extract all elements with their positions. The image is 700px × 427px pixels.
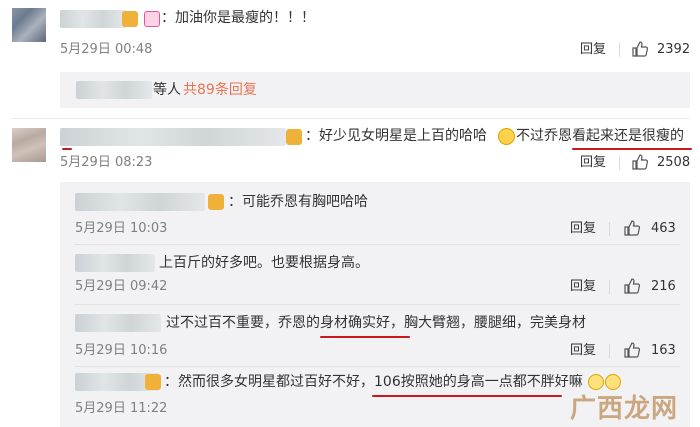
avatar[interactable] xyxy=(12,128,46,162)
highlight-underline xyxy=(372,395,562,397)
site-watermark: 广西龙网 xyxy=(570,394,679,424)
like-icon[interactable] xyxy=(624,278,640,294)
reply-text: 上百斤的好多吧。也要根据身高。 xyxy=(159,255,369,271)
like-count: 2392 xyxy=(657,42,691,57)
username-blurred[interactable] xyxy=(75,314,161,332)
avatar[interactable] xyxy=(12,8,46,42)
laugh-emoji-icon xyxy=(498,128,515,145)
like-icon[interactable] xyxy=(632,154,648,170)
divider xyxy=(619,156,620,170)
like-icon[interactable] xyxy=(632,41,648,57)
like-icon[interactable] xyxy=(624,342,640,358)
divider xyxy=(609,280,610,294)
comment-time: 5月29日 08:23 xyxy=(60,155,153,170)
highlight-underline xyxy=(320,336,410,338)
like-count: 463 xyxy=(651,221,676,236)
reply-time: 5月29日 11:22 xyxy=(75,401,168,416)
divider xyxy=(619,43,620,57)
summary-suffix: 等人 xyxy=(153,82,181,98)
username-blurred[interactable] xyxy=(76,81,152,99)
highlight-underline xyxy=(62,148,72,150)
badge-icon xyxy=(208,194,224,210)
comment-text: ：好少见女明星是上百的哈哈 xyxy=(305,128,487,144)
username-blurred[interactable] xyxy=(75,193,205,211)
username-blurred[interactable] xyxy=(75,254,155,272)
reply-button[interactable]: 回复 xyxy=(570,221,596,237)
like-count: 2508 xyxy=(657,155,691,170)
reply-text: 过不过百不重要，乔恩的身材确实好，胸大臂翘，腰腿细，完美身材 xyxy=(166,315,586,331)
heart-icon xyxy=(144,11,160,27)
like-icon[interactable] xyxy=(624,220,640,236)
reply-text: ：可能乔恩有胸吧哈哈 xyxy=(228,194,368,210)
reply-time: 5月29日 10:03 xyxy=(75,221,168,236)
comment-text-tail: 不过乔恩看起来还是很瘦的 xyxy=(516,128,684,144)
reply-time: 5月29日 10:16 xyxy=(75,343,168,358)
badge-icon xyxy=(145,374,161,390)
more-replies-link[interactable]: 共89条回复 xyxy=(183,81,257,99)
badge-icon xyxy=(286,129,302,145)
like-count: 163 xyxy=(651,343,676,358)
divider xyxy=(12,118,690,119)
comment-text: ：加油你是最瘦的！！！ xyxy=(161,10,315,26)
divider xyxy=(609,344,610,358)
reply-button[interactable]: 回复 xyxy=(570,343,596,359)
reply-button[interactable]: 回复 xyxy=(570,279,596,295)
reply-text: ：然而很多女明星都过百好不好，106按照她的身高一点都不胖好嘛 xyxy=(164,374,583,390)
divider xyxy=(75,366,680,367)
reply-button[interactable]: 回复 xyxy=(580,155,606,171)
badge-icon xyxy=(122,11,138,27)
username-blurred[interactable] xyxy=(60,128,286,146)
divider xyxy=(75,244,680,245)
highlight-underline xyxy=(572,148,692,150)
divider xyxy=(609,222,610,236)
comment-time: 5月29日 00:48 xyxy=(60,42,153,57)
username-blurred[interactable] xyxy=(60,10,126,28)
divider xyxy=(75,304,680,305)
reply-time: 5月29日 09:42 xyxy=(75,279,168,294)
reply-button[interactable]: 回复 xyxy=(580,42,606,58)
like-count: 216 xyxy=(651,279,676,294)
